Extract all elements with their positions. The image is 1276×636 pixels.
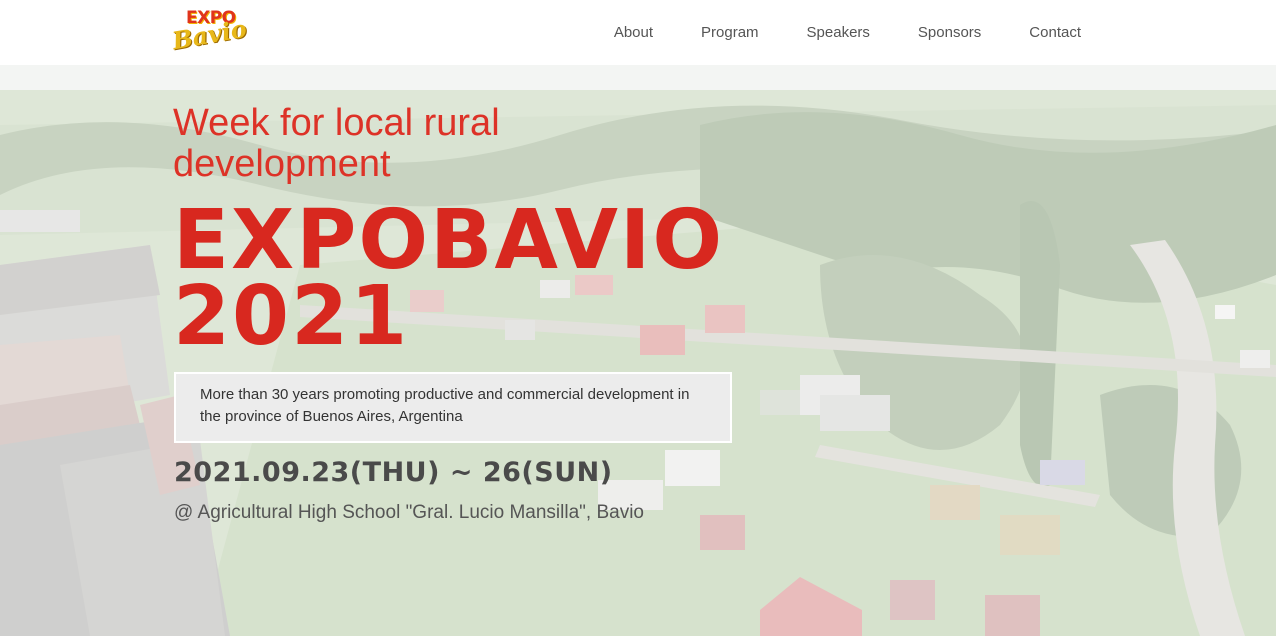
event-title: EXPOBAVIO 2021 bbox=[173, 193, 725, 364]
event-dates: 2021.09.23(THU) ~ 26(SUN) bbox=[174, 457, 613, 488]
main-nav: About Program Speakers Sponsors Contact bbox=[566, 0, 1081, 65]
event-title-name: EXPOBAVIO bbox=[173, 193, 725, 288]
nav-program-link[interactable]: Program bbox=[701, 24, 759, 41]
nav-about-link[interactable]: About bbox=[614, 24, 653, 41]
event-title-year: 2021 bbox=[173, 269, 410, 364]
nav-sponsors-link[interactable]: Sponsors bbox=[918, 24, 981, 41]
hero-tagline: Week for local rural development bbox=[173, 102, 500, 185]
hero-section: Week for local rural development EXPOBAV… bbox=[0, 65, 1276, 636]
expobavio-logo[interactable]: EXPO Bavio bbox=[170, 8, 249, 56]
site-header: EXPO Bavio About Program Speakers Sponso… bbox=[0, 0, 1276, 65]
nav-contact-link[interactable]: Contact bbox=[1029, 24, 1081, 41]
logo-wordmark-bavio: Bavio bbox=[169, 13, 249, 56]
nav-speakers-link[interactable]: Speakers bbox=[807, 24, 870, 41]
event-venue: @ Agricultural High School "Gral. Lucio … bbox=[174, 502, 644, 523]
event-description: More than 30 years promoting productive … bbox=[174, 372, 732, 443]
